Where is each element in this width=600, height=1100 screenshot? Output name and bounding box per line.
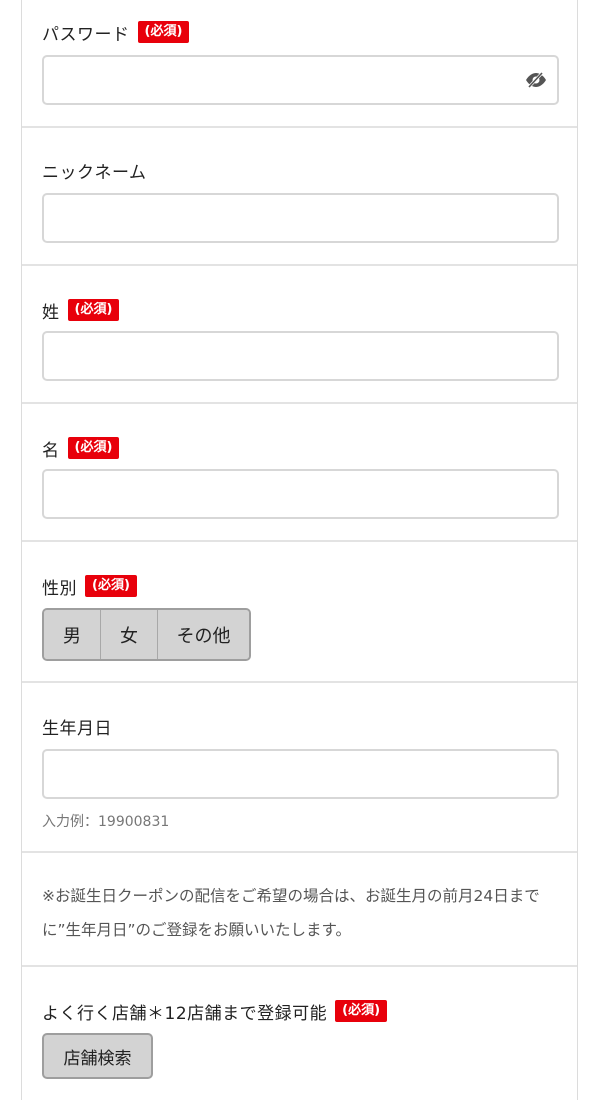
nickname-label: ニックネーム	[42, 162, 147, 183]
required-badge: (必須)	[67, 299, 120, 321]
password-section: パスワード (必須)	[22, 0, 577, 128]
birthday-coupon-note: ※お誕生日クーポンの配信をご希望の場合は、お誕生月の前月24日までに”生年月日”…	[42, 887, 540, 939]
store-section: よく行く店舗＊12店舗まで登録可能 (必須) 店舗検索	[22, 967, 577, 1100]
last-name-input[interactable]	[42, 331, 559, 381]
store-label: よく行く店舗＊12店舗まで登録可能	[42, 1003, 328, 1024]
birthday-input[interactable]	[42, 749, 559, 799]
gender-option-female[interactable]: 女	[100, 610, 157, 659]
first-name-input[interactable]	[42, 469, 559, 519]
required-badge: (必須)	[335, 1000, 388, 1022]
last-name-label: 姓	[42, 302, 60, 323]
birthday-note-section: ※お誕生日クーポンの配信をご希望の場合は、お誕生月の前月24日までに”生年月日”…	[22, 853, 577, 967]
birthday-label-row: 生年月日	[42, 713, 112, 739]
first-name-label-row: 名 (必須)	[42, 435, 120, 461]
nickname-section: ニックネーム	[22, 128, 577, 266]
gender-label-row: 性別 (必須)	[42, 573, 137, 599]
registration-form: パスワード (必須) ニックネーム 姓 (必須) 名 (必須) 性別 (必須) …	[21, 0, 578, 1100]
birthday-example-hint: 入力例：19900831	[42, 814, 170, 830]
password-input[interactable]	[42, 55, 559, 105]
gender-section: 性別 (必須) 男 女 その他	[22, 542, 577, 683]
registration-page: パスワード (必須) ニックネーム 姓 (必須) 名 (必須) 性別 (必須) …	[0, 0, 600, 1100]
first-name-label: 名	[42, 440, 60, 461]
birthday-section: 生年月日 入力例：19900831	[22, 683, 577, 853]
required-badge: (必須)	[67, 437, 120, 459]
password-label-row: パスワード (必須)	[42, 19, 190, 45]
required-badge: (必須)	[85, 575, 137, 597]
nickname-input[interactable]	[42, 193, 559, 243]
password-label: パスワード	[42, 24, 130, 45]
nickname-label-row: ニックネーム	[42, 157, 147, 183]
required-badge: (必須)	[137, 21, 190, 43]
eye-slash-icon[interactable]	[523, 69, 549, 91]
store-label-row: よく行く店舗＊12店舗まで登録可能 (必須)	[42, 998, 388, 1024]
gender-selector: 男 女 その他	[42, 608, 251, 661]
last-name-section: 姓 (必須)	[22, 266, 577, 404]
gender-option-other[interactable]: その他	[157, 610, 249, 659]
gender-option-male[interactable]: 男	[44, 610, 100, 659]
store-search-button[interactable]: 店舗検索	[42, 1033, 153, 1079]
first-name-section: 名 (必須)	[22, 404, 577, 542]
last-name-label-row: 姓 (必須)	[42, 297, 120, 323]
gender-label: 性別	[42, 578, 77, 599]
birthday-label: 生年月日	[42, 718, 112, 739]
